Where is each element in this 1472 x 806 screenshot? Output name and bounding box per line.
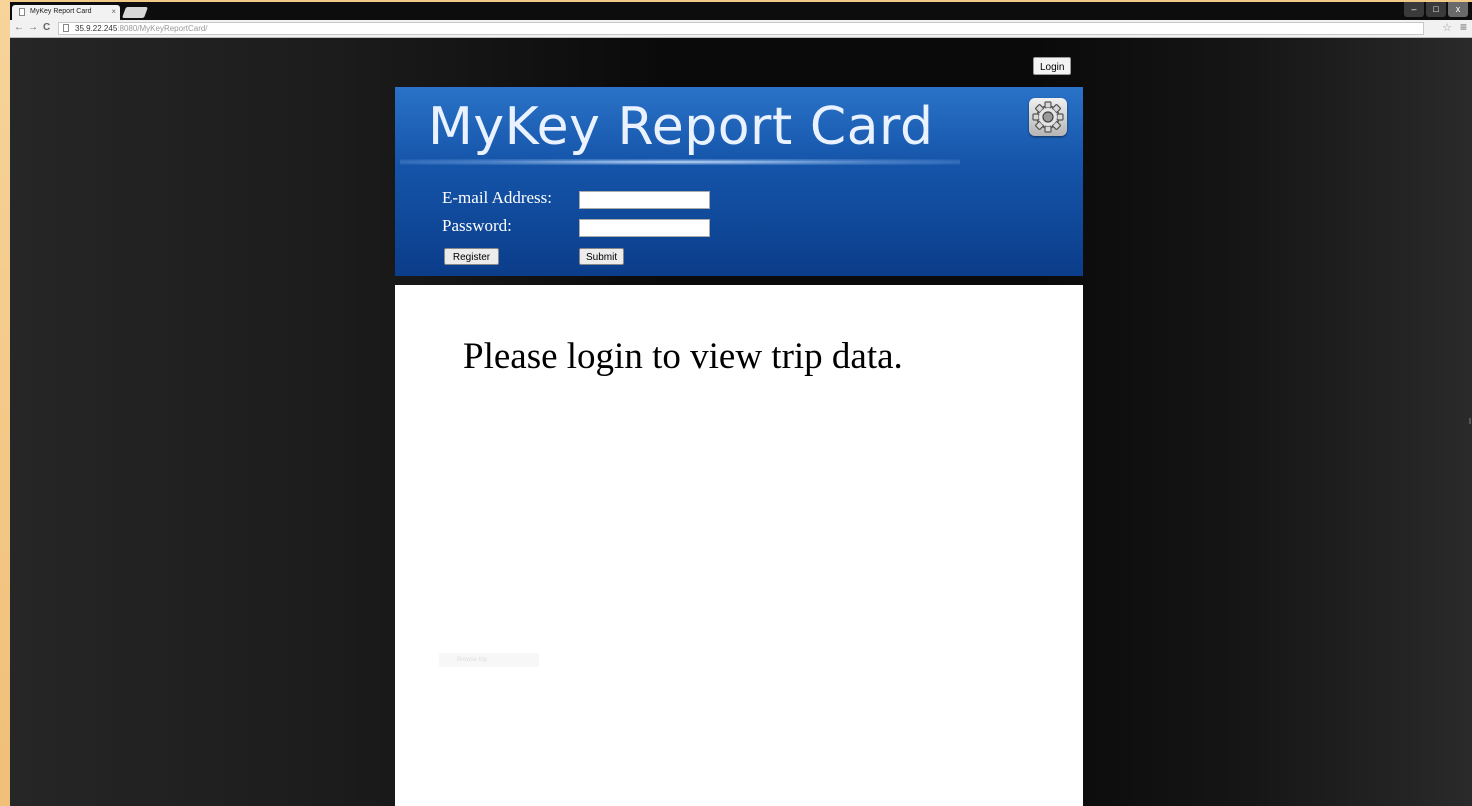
- email-label: E-mail Address:: [442, 188, 553, 207]
- faint-control[interactable]: Browse trip: [439, 653, 539, 667]
- scrollbar[interactable]: [1469, 418, 1471, 424]
- content-panel: Please login to view trip data. Browse t…: [395, 285, 1083, 806]
- tab-close-icon[interactable]: ×: [111, 7, 116, 16]
- browser-toolbar: ← → C 35.9.22.245:8080/MyKeyReportCard/ …: [10, 20, 1472, 38]
- browser-tab[interactable]: MyKey Report Card ×: [12, 5, 120, 20]
- page-viewport: Login MyKey Report Card E-mail Address: …: [10, 38, 1472, 806]
- desktop-background: [0, 0, 10, 806]
- new-tab-button[interactable]: [121, 7, 149, 18]
- header-banner: MyKey Report Card E-mail Address: Passwo…: [395, 87, 1083, 276]
- register-button[interactable]: Register: [444, 248, 499, 265]
- tab-title: MyKey Report Card: [30, 8, 92, 15]
- login-button[interactable]: Login: [1033, 57, 1071, 75]
- forward-button[interactable]: →: [28, 22, 38, 34]
- url-host: 35.9.22.245: [75, 24, 118, 33]
- password-label: Password:: [442, 216, 512, 235]
- banner-glow: [400, 159, 960, 165]
- email-field[interactable]: [579, 191, 710, 209]
- login-prompt-message: Please login to view trip data.: [463, 336, 903, 377]
- close-window-button[interactable]: x: [1448, 2, 1468, 17]
- window-controls: – □ x: [1404, 2, 1468, 18]
- gear-icon: [1032, 101, 1064, 133]
- address-bar[interactable]: 35.9.22.245:8080/MyKeyReportCard/: [58, 22, 1424, 35]
- bookmark-star-icon[interactable]: ☆: [1442, 21, 1452, 34]
- reload-button[interactable]: C: [43, 22, 50, 34]
- page-icon: [19, 8, 25, 16]
- settings-button[interactable]: [1029, 98, 1067, 136]
- submit-button[interactable]: Submit: [579, 248, 624, 265]
- browser-window: MyKey Report Card × – □ x ← → C 35.9.22.…: [10, 2, 1472, 806]
- page-title: MyKey Report Card: [428, 97, 934, 157]
- password-field[interactable]: [579, 219, 710, 237]
- url-path: :8080/MyKeyReportCard/: [117, 24, 208, 33]
- browser-titlebar: MyKey Report Card × – □ x: [10, 2, 1472, 20]
- page-icon: [63, 24, 69, 32]
- back-button[interactable]: ←: [14, 22, 24, 34]
- minimize-button[interactable]: –: [1404, 2, 1424, 17]
- maximize-button[interactable]: □: [1426, 2, 1446, 17]
- menu-icon[interactable]: ≡: [1460, 20, 1467, 34]
